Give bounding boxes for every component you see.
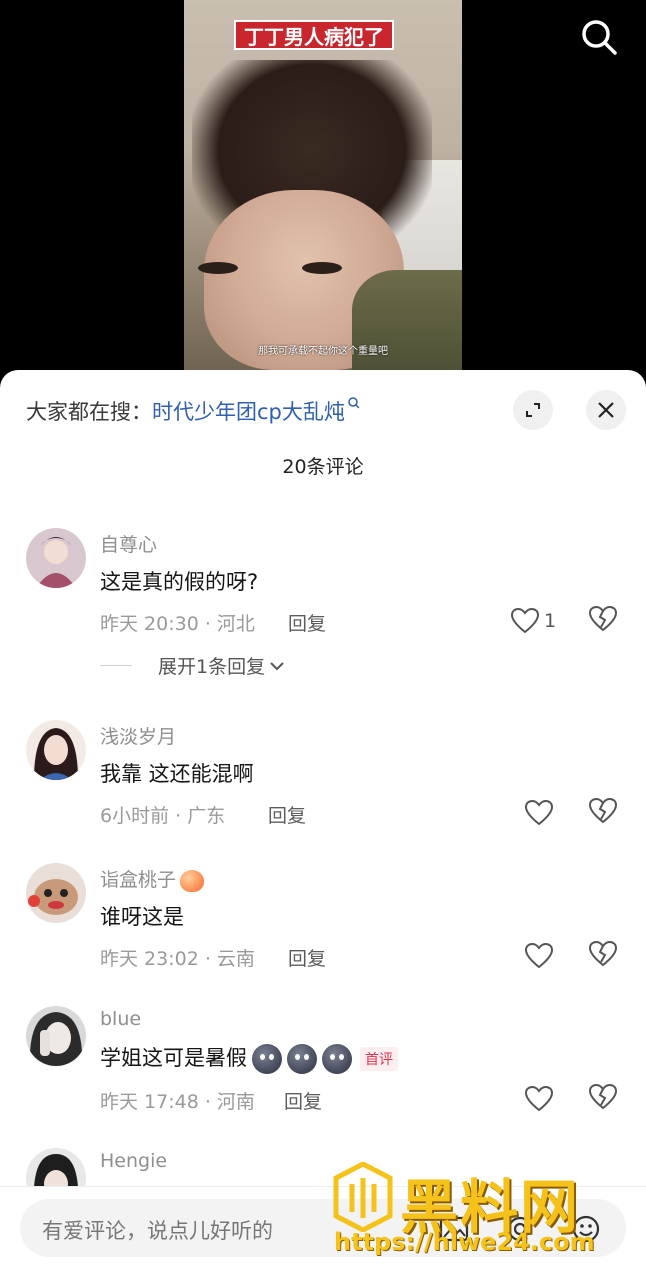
expand-sheet-button[interactable]	[513, 390, 553, 430]
reply-button[interactable]: 回复	[288, 609, 326, 636]
video-eye-left	[198, 262, 238, 274]
emoji-face-icon	[322, 1044, 352, 1074]
broken-heart-icon	[588, 940, 618, 967]
comment-item: 诣盒桃子 谁呀这是 昨天 23:02 · 云南 回复	[0, 863, 646, 983]
comment-meta: 昨天 17:48 · 河南	[100, 1091, 255, 1113]
reply-button[interactable]: 回复	[268, 801, 306, 828]
comment-text: 我靠 这还能混啊	[100, 762, 254, 786]
heart-icon	[524, 1085, 554, 1112]
broken-heart-icon	[588, 605, 618, 632]
avatar[interactable]	[26, 528, 86, 588]
dislike-button[interactable]	[588, 1083, 620, 1115]
reply-button[interactable]: 回复	[284, 1087, 322, 1114]
heart-icon	[524, 799, 554, 826]
search-icon	[582, 20, 617, 55]
like-button[interactable]: 1	[510, 605, 568, 637]
comment-item: 自尊心 这是真的假的呀? 昨天 20:30 · 河北 回复 1 展开1条回复	[0, 528, 646, 688]
watermark: 黑料网 https://hlwe24.com	[332, 1160, 622, 1260]
trending-search-link[interactable]: 时代少年团cp大乱炖	[152, 400, 345, 424]
comment-author[interactable]: 诣盒桃子	[100, 865, 205, 892]
reply-button[interactable]: 回复	[288, 944, 326, 971]
dislike-button[interactable]	[588, 797, 620, 829]
comment-text: 这是真的假的呀?	[100, 570, 259, 594]
comment-author[interactable]: Hengie	[100, 1150, 167, 1172]
dislike-button[interactable]	[588, 605, 620, 637]
video-subtitle: 那我可承载不起你这个重量吧	[258, 346, 388, 357]
comment-text: 学姐这可是暑假 首评	[100, 1042, 398, 1074]
emoji-face-icon	[287, 1044, 317, 1074]
comment-item: blue 学姐这可是暑假 首评 昨天 17:48 · 河南 回复	[0, 1006, 646, 1126]
chevron-down-icon	[270, 661, 284, 670]
comment-author[interactable]: 自尊心	[100, 530, 157, 557]
trending-search-separator: ：	[131, 400, 152, 424]
watermark-url: https://hlwe24.com	[334, 1228, 595, 1256]
avatar[interactable]	[26, 863, 86, 923]
comment-meta: 6小时前 · 广东	[100, 805, 226, 827]
like-button[interactable]	[524, 1083, 582, 1115]
dislike-button[interactable]	[588, 940, 620, 972]
comment-author[interactable]: 浅淡岁月	[100, 722, 176, 749]
watermark-logo	[333, 1162, 393, 1232]
comment-item: 浅淡岁月 我靠 这还能混啊 6小时前 · 广东 回复	[0, 720, 646, 840]
trending-search[interactable]: 大家都在搜：时代少年团cp大乱炖	[26, 396, 361, 426]
avatar[interactable]	[26, 1006, 86, 1066]
like-button[interactable]	[524, 797, 582, 829]
comment-meta: 昨天 23:02 · 云南	[100, 948, 255, 970]
avatar[interactable]	[26, 720, 86, 780]
video-title-caption: 丁丁男人病犯了	[234, 20, 394, 50]
video-eye-right	[302, 262, 342, 274]
comment-count: 20条评论	[282, 456, 364, 478]
sheet-header: 大家都在搜：时代少年团cp大乱炖	[0, 370, 646, 450]
close-sheet-button[interactable]	[586, 390, 626, 430]
broken-heart-icon	[588, 1083, 618, 1110]
emoji-face-icon	[252, 1044, 282, 1074]
comment-text: 谁呀这是	[100, 905, 184, 929]
small-search-icon	[348, 397, 360, 409]
like-count: 1	[544, 610, 557, 632]
first-comment-badge: 首评	[360, 1047, 398, 1071]
expand-replies-button[interactable]: 展开1条回复	[100, 652, 285, 679]
search-button[interactable]	[578, 16, 620, 58]
comment-sheet: 大家都在搜：时代少年团cp大乱炖 20条评论 自尊心 这是真的假的呀? 昨天 2…	[0, 370, 646, 1280]
video-frame	[184, 0, 462, 370]
comment-text-body: 学姐这可是暑假	[100, 1046, 247, 1070]
heart-icon	[510, 607, 540, 634]
video-player[interactable]: 丁丁男人病犯了 那我可承载不起你这个重量吧	[0, 0, 646, 400]
comment-author-name: 诣盒桃子	[100, 869, 177, 891]
expand-icon	[526, 403, 540, 417]
like-button[interactable]	[524, 940, 582, 972]
heart-icon	[524, 942, 554, 969]
comment-input-placeholder: 有爱评论，说点儿好听的	[42, 1219, 273, 1243]
peach-emoji-icon	[180, 869, 205, 892]
close-icon	[598, 402, 614, 418]
comment-meta: 昨天 20:30 · 河北	[100, 613, 255, 635]
trending-search-prefix: 大家都在搜	[26, 400, 131, 424]
expand-replies-label: 展开1条回复	[158, 656, 266, 678]
broken-heart-icon	[588, 797, 618, 824]
divider-line	[100, 665, 132, 666]
comment-author[interactable]: blue	[100, 1008, 141, 1030]
